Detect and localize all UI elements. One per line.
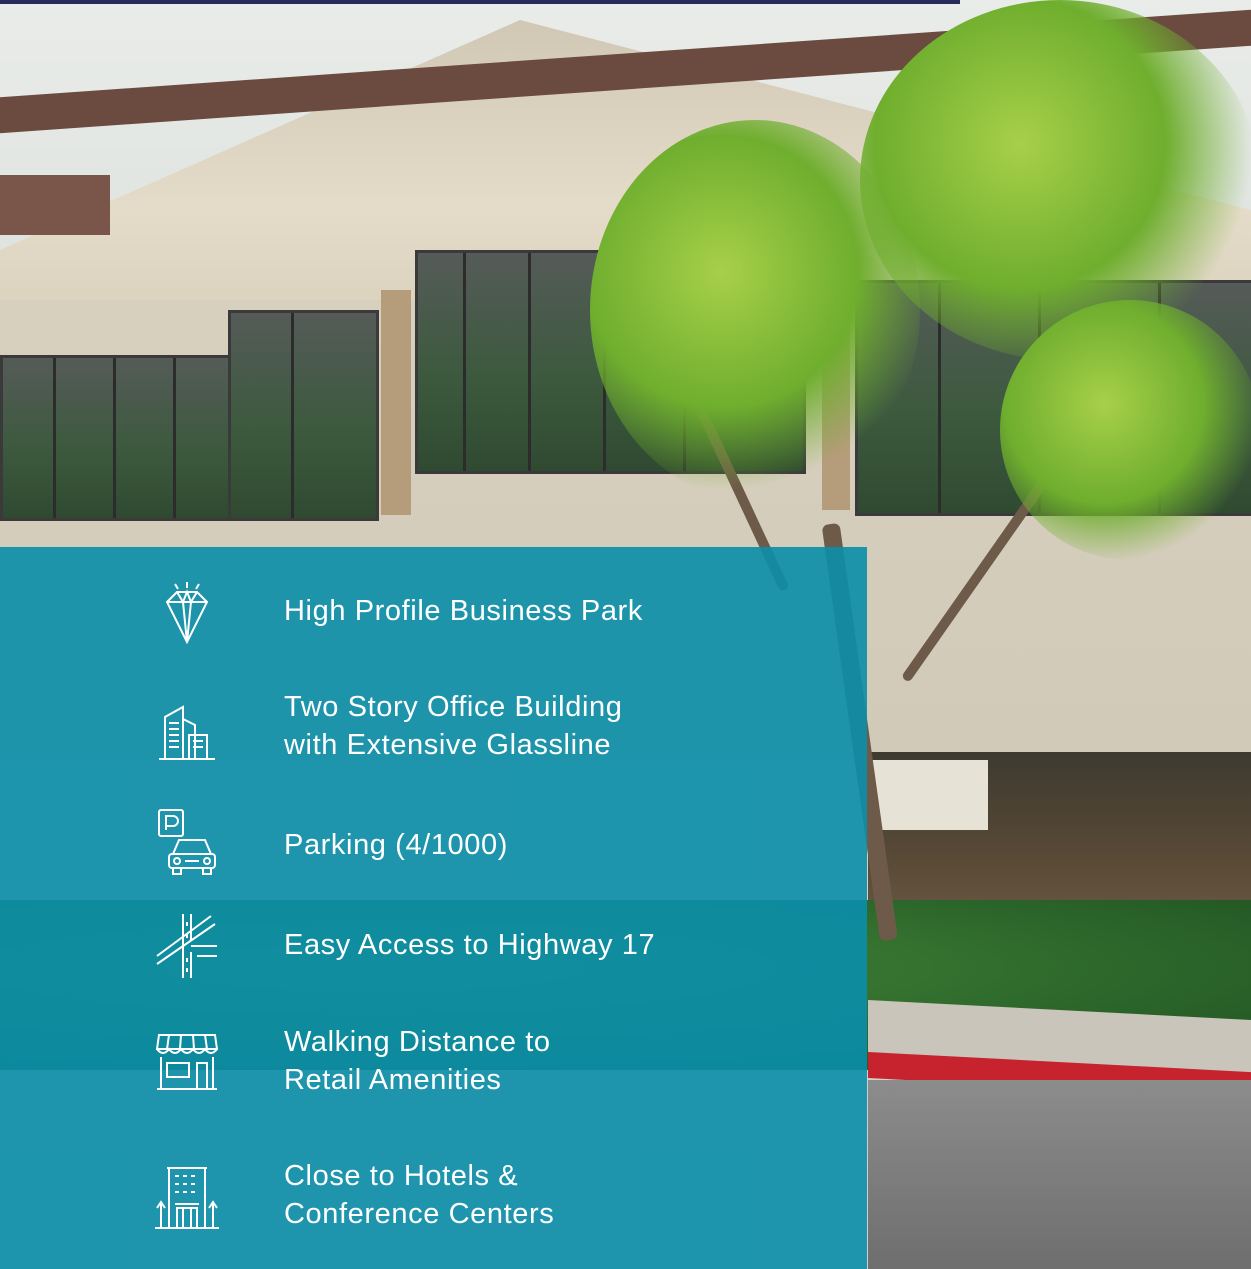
feature-label: Parking (4/1000) [284,829,508,861]
tree-foliage [1000,300,1251,560]
tree-foliage [860,0,1251,360]
feature-label: High Profile Business Park [284,595,643,627]
top-strip [0,0,960,4]
feature-label: Walking Distance to Retail Amenities [284,1026,551,1096]
hotel-icon [153,1164,221,1232]
storefront-icon [153,1029,221,1097]
feature-label: Easy Access to Highway 17 [284,929,656,961]
roof-tiles [0,175,110,235]
feature-label: Two Story Office Building with Extensive… [284,691,623,761]
diamond-icon [153,580,221,648]
office-building-icon [153,699,221,767]
parking-car-icon [153,808,221,876]
lower-wall [868,760,988,830]
road [868,1080,1251,1269]
feature-panel: High Profile Business Park Two Story Off… [0,547,867,1269]
highway-access-icon [153,912,221,980]
feature-label: Close to Hotels & Conference Centers [284,1160,555,1230]
